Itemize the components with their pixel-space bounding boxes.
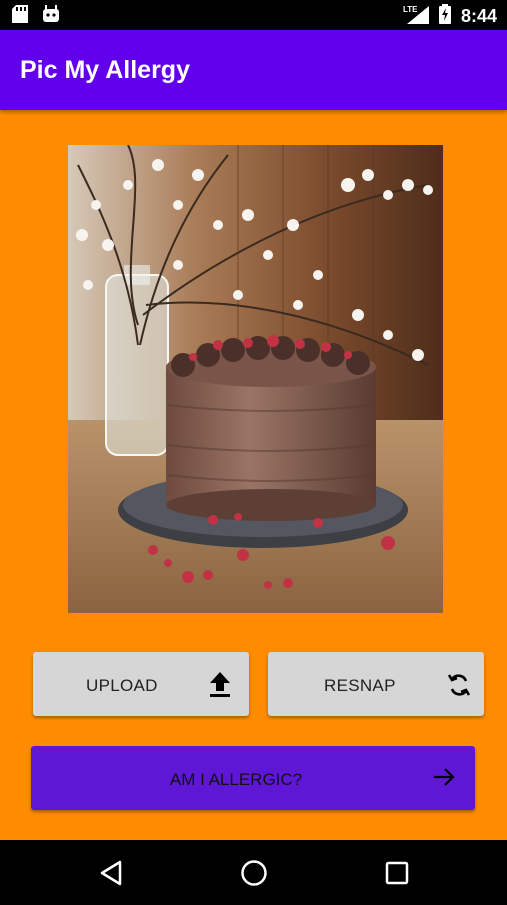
sd-card-icon xyxy=(12,5,28,28)
am-i-allergic-label: AM I ALLERGIC? xyxy=(169,770,303,789)
android-icon xyxy=(42,5,60,28)
upload-button[interactable]: UPLOAD xyxy=(33,652,249,716)
resnap-button[interactable]: RESNAP xyxy=(268,652,484,716)
resnap-button-label: RESNAP xyxy=(324,676,396,695)
svg-text:LTE: LTE xyxy=(403,5,418,14)
upload-button-label: UPLOAD xyxy=(86,676,158,695)
refresh-icon xyxy=(447,672,471,703)
recents-icon[interactable] xyxy=(384,859,410,892)
back-icon[interactable] xyxy=(98,859,124,892)
status-bar: LTE 8:44 xyxy=(0,0,507,30)
app-title: Pic My Allergy xyxy=(20,56,190,84)
navigation-bar xyxy=(0,840,507,905)
upload-icon xyxy=(209,672,231,703)
arrow-right-icon xyxy=(433,767,455,792)
lte-signal-icon: LTE xyxy=(403,4,429,29)
app-bar: Pic My Allergy xyxy=(0,30,507,110)
cake-image xyxy=(68,145,443,613)
food-photo xyxy=(68,145,443,613)
am-i-allergic-button[interactable]: AM I ALLERGIC? xyxy=(31,746,475,810)
clock: 8:44 xyxy=(460,6,497,26)
home-icon[interactable] xyxy=(240,859,268,892)
battery-charging-icon xyxy=(438,4,451,29)
status-left-icons xyxy=(12,5,60,28)
status-right-icons: LTE 8:44 xyxy=(403,4,497,29)
